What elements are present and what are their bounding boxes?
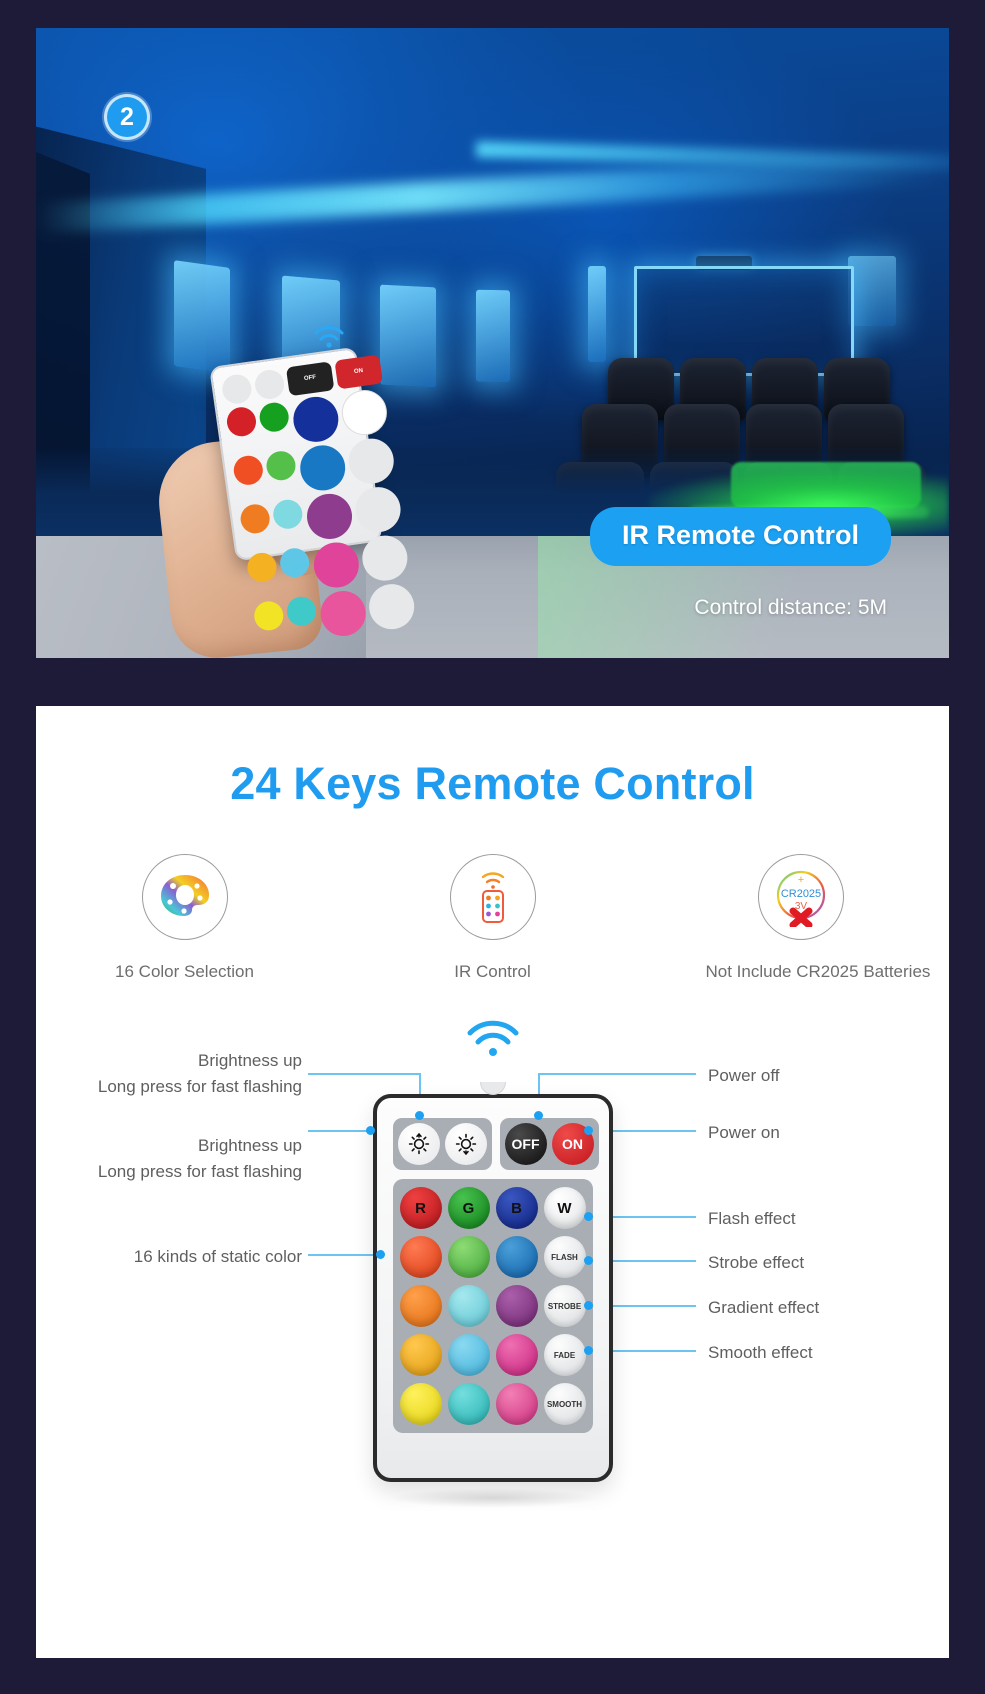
power-off-key[interactable]: OFF xyxy=(504,1123,547,1165)
remote-diagram: Brightness up Long press for fast flashi… xyxy=(36,1020,949,1580)
callout-line xyxy=(308,1073,420,1075)
ir-remote-icon xyxy=(471,866,515,929)
mini-off-key: OFF xyxy=(285,361,335,397)
color-key[interactable] xyxy=(495,1383,538,1425)
color-key[interactable] xyxy=(399,1285,442,1327)
callout-dot xyxy=(584,1346,593,1355)
callout-brightness-up-1: Brightness up Long press for fast flashi… xyxy=(36,1048,302,1101)
callout-dot xyxy=(584,1212,593,1221)
callout-line xyxy=(538,1073,696,1075)
step-number-badge: 2 xyxy=(104,94,150,140)
remote-keypad: R G B W FLASH STROBE FADE SMOOTH xyxy=(392,1179,593,1433)
color-key[interactable] xyxy=(495,1334,538,1376)
color-key-white[interactable]: W xyxy=(543,1187,586,1229)
callout-dot xyxy=(366,1126,375,1135)
callout-line2: Long press for fast flashing xyxy=(97,1162,302,1182)
callout-line1: Brightness up xyxy=(198,1051,302,1070)
handheld-remote: OFF ON xyxy=(209,346,417,639)
ir-signal-icon xyxy=(312,324,346,355)
callout-dot xyxy=(376,1250,385,1259)
color-key[interactable] xyxy=(495,1236,538,1278)
callout-line2: Long press for fast flashing xyxy=(97,1077,302,1097)
control-distance-label: Control distance: 5M xyxy=(694,596,887,619)
callout-brightness-up-2: Brightness up Long press for fast flashi… xyxy=(36,1133,302,1186)
color-key[interactable] xyxy=(447,1236,490,1278)
remote-control-device: OFF ON R G B W FLASH STROBE FADE SMOOTH xyxy=(372,1082,613,1482)
color-key[interactable] xyxy=(399,1383,442,1425)
color-key[interactable] xyxy=(447,1334,490,1376)
feature-ir-control: IR Control xyxy=(398,854,588,982)
svg-text:+: + xyxy=(797,874,803,886)
callout-power-off: Power off xyxy=(708,1066,780,1085)
callout-smooth-effect: Smooth effect xyxy=(708,1343,813,1362)
hero-photo-card: OFF ON 2 IR Remote Control Control dista… xyxy=(36,28,949,658)
strobe-key[interactable]: STROBE xyxy=(543,1285,586,1327)
color-key[interactable] xyxy=(399,1334,442,1376)
ir-signal-icon xyxy=(465,1020,521,1065)
flash-key[interactable]: FLASH xyxy=(543,1236,586,1278)
feature-no-batteries: + CR2025 3V Not Include CR2025 Batteries xyxy=(705,854,931,982)
ir-remote-control-label: IR Remote Control xyxy=(589,507,891,566)
callout-static-colors: 16 kinds of static color xyxy=(133,1247,302,1266)
callout-dot xyxy=(415,1111,424,1120)
color-key[interactable] xyxy=(447,1285,490,1327)
callout-dot xyxy=(584,1256,593,1265)
mini-remote-keypad: OFF ON xyxy=(220,354,417,639)
smooth-key[interactable]: SMOOTH xyxy=(543,1383,586,1425)
color-key-blue[interactable]: B xyxy=(495,1187,538,1229)
callout-line xyxy=(308,1254,380,1256)
wall-light-panel xyxy=(476,289,510,383)
hand-holding-remote: OFF ON xyxy=(153,326,417,658)
color-key-red[interactable]: R xyxy=(399,1187,442,1229)
cr2025-battery-icon: + CR2025 3V xyxy=(769,863,833,932)
callout-strobe-effect: Strobe effect xyxy=(708,1253,805,1272)
callout-dot xyxy=(584,1301,593,1310)
callout-flash-effect: Flash effect xyxy=(708,1209,796,1228)
callout-line xyxy=(308,1130,370,1132)
callout-dot xyxy=(584,1126,593,1135)
remote-info-card: 24 Keys Remote Control 16 Color Selectio… xyxy=(36,706,949,1658)
wall-light-panel xyxy=(588,266,606,362)
color-palette-icon xyxy=(158,871,212,924)
page-root: OFF ON 2 IR Remote Control Control dista… xyxy=(0,0,985,1694)
feature-icon-circle xyxy=(141,854,228,940)
callout-gradient-effect: Gradient effect xyxy=(708,1298,820,1317)
feature-caption: IR Control xyxy=(454,962,531,981)
color-key-green[interactable]: G xyxy=(447,1187,490,1229)
brightness-up-key[interactable] xyxy=(397,1123,440,1165)
feature-caption: 16 Color Selection xyxy=(115,962,254,981)
brightness-down-key[interactable] xyxy=(444,1123,487,1165)
ir-emitter xyxy=(479,1082,506,1095)
fade-key[interactable]: FADE xyxy=(543,1334,586,1376)
svg-text:CR2025: CR2025 xyxy=(780,888,820,900)
feature-16-color-selection: 16 Color Selection xyxy=(90,854,280,982)
feature-list: 16 Color Selection IR Control + CR2025 3… xyxy=(36,854,949,982)
brightness-key-group xyxy=(392,1118,492,1170)
page-title: 24 Keys Remote Control xyxy=(230,758,755,809)
wall-light-panel xyxy=(848,256,896,326)
callout-line1: Brightness up xyxy=(198,1136,302,1155)
mini-on-key: ON xyxy=(334,354,383,390)
color-key[interactable] xyxy=(495,1285,538,1327)
power-key-group: OFF ON xyxy=(499,1118,599,1170)
color-key[interactable] xyxy=(447,1383,490,1425)
feature-icon-circle: + CR2025 3V xyxy=(757,854,844,940)
callout-power-on: Power on xyxy=(708,1123,780,1142)
feature-caption: Not Include CR2025 Batteries xyxy=(705,962,931,981)
callout-dot xyxy=(534,1111,543,1120)
remote-top-row: OFF ON xyxy=(392,1118,599,1170)
color-key[interactable] xyxy=(399,1236,442,1278)
feature-icon-circle xyxy=(449,854,536,940)
